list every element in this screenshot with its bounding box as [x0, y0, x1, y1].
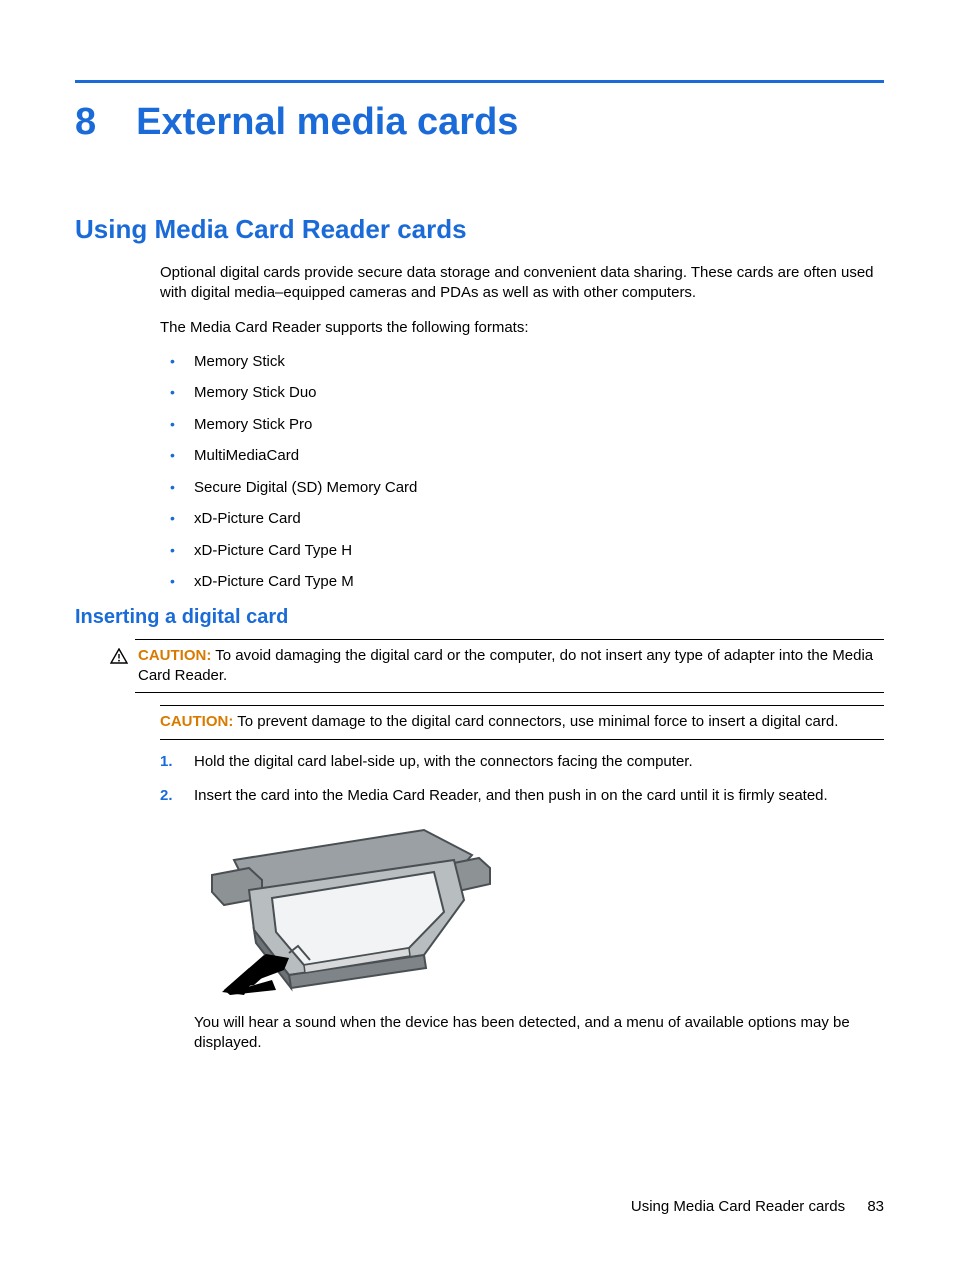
format-list: Memory Stick Memory Stick Duo Memory Sti… — [160, 352, 884, 592]
caution-label: CAUTION: — [160, 713, 233, 730]
footer-page-number: 83 — [867, 1198, 884, 1215]
caution-label: CAUTION: — [138, 647, 211, 664]
list-item: Memory Stick Duo — [160, 383, 884, 403]
list-item: Memory Stick Pro — [160, 415, 884, 435]
list-item: xD-Picture Card Type H — [160, 541, 884, 561]
top-rule — [75, 80, 884, 83]
chapter-heading: 8 External media cards — [75, 101, 884, 144]
intro-paragraph-2: The Media Card Reader supports the follo… — [160, 318, 884, 338]
caution-text: To prevent damage to the digital card co… — [237, 713, 838, 730]
insert-card-illustration — [194, 820, 884, 995]
list-item: Secure Digital (SD) Memory Card — [160, 478, 884, 498]
step-item: Hold the digital card label-side up, wit… — [160, 752, 884, 772]
arrow-icon — [222, 954, 289, 995]
chapter-title: External media cards — [136, 101, 518, 144]
step-item: Insert the card into the Media Card Read… — [160, 786, 884, 806]
caution-note-1: CAUTION: To avoid damaging the digital c… — [135, 639, 884, 694]
list-item: MultiMediaCard — [160, 446, 884, 466]
caution-icon — [110, 648, 128, 664]
section-heading: Using Media Card Reader cards — [75, 214, 884, 245]
after-step-note: You will hear a sound when the device ha… — [194, 1013, 884, 1054]
list-item: Memory Stick — [160, 352, 884, 372]
intro-paragraph-1: Optional digital cards provide secure da… — [160, 263, 884, 304]
caution-note-2: CAUTION: To prevent damage to the digita… — [160, 705, 884, 739]
chapter-number: 8 — [75, 101, 96, 144]
list-item: xD-Picture Card Type M — [160, 572, 884, 592]
steps-list: Hold the digital card label-side up, wit… — [160, 752, 884, 807]
page-footer: Using Media Card Reader cards 83 — [631, 1198, 884, 1215]
list-item: xD-Picture Card — [160, 509, 884, 529]
caution-text: To avoid damaging the digital card or th… — [138, 647, 873, 684]
subsection-heading: Inserting a digital card — [75, 606, 884, 629]
footer-section-title: Using Media Card Reader cards — [631, 1198, 845, 1215]
